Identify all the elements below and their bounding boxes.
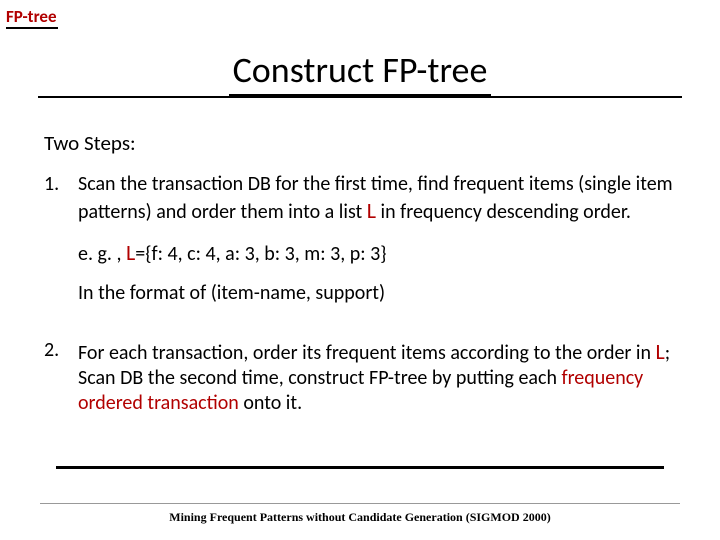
step-2-text-a: For each transaction, order its frequent… — [78, 341, 656, 365]
section-tag: FP-tree — [6, 6, 58, 29]
footer-rule — [40, 503, 680, 504]
section-tag-label: FP-tree — [6, 6, 57, 27]
step-1-format-note: In the format of (item-name, support) — [78, 281, 676, 306]
step-2-body: For each transaction, order its frequent… — [78, 338, 676, 430]
body: Two Steps: 1. Scan the transaction DB fo… — [44, 130, 676, 448]
step-1-number: 1. — [44, 172, 78, 320]
steps-list: 1. Scan the transaction DB for the first… — [44, 172, 676, 430]
step-2-text: For each transaction, order its frequent… — [78, 338, 676, 416]
step-2-number: 2. — [44, 338, 78, 430]
slide-title: Construct FP-tree — [229, 48, 492, 97]
title-underline — [38, 96, 682, 98]
step-1: 1. Scan the transaction DB for the first… — [44, 172, 676, 320]
step-1-eg-L: L — [126, 239, 135, 266]
step-1-text: Scan the transaction DB for the first ti… — [78, 172, 676, 225]
footer-citation: Mining Frequent Patterns without Candida… — [0, 510, 720, 525]
slide: FP-tree Construct FP-tree Two Steps: 1. … — [0, 0, 720, 540]
step-1-body: Scan the transaction DB for the first ti… — [78, 172, 676, 320]
title-wrap: Construct FP-tree — [0, 48, 720, 97]
step-1-eg-rest: ={f: 4, c: 4, a: 3, b: 3, m: 3, p: 3} — [135, 242, 386, 266]
step-1-example: e. g. , L={f: 4, c: 4, a: 3, b: 3, m: 3,… — [78, 239, 676, 267]
step-1-L: L — [367, 197, 376, 224]
step-2: 2. For each transaction, order its frequ… — [44, 338, 676, 430]
bottom-rule — [56, 466, 664, 469]
subheading: Two Steps: — [44, 130, 676, 156]
step-1-text-b: in frequency descending order. — [376, 200, 631, 224]
step-1-eg-prefix: e. g. , — [78, 242, 126, 266]
step-2-text-c: onto it. — [239, 391, 302, 415]
step-2-L: L — [656, 338, 665, 365]
